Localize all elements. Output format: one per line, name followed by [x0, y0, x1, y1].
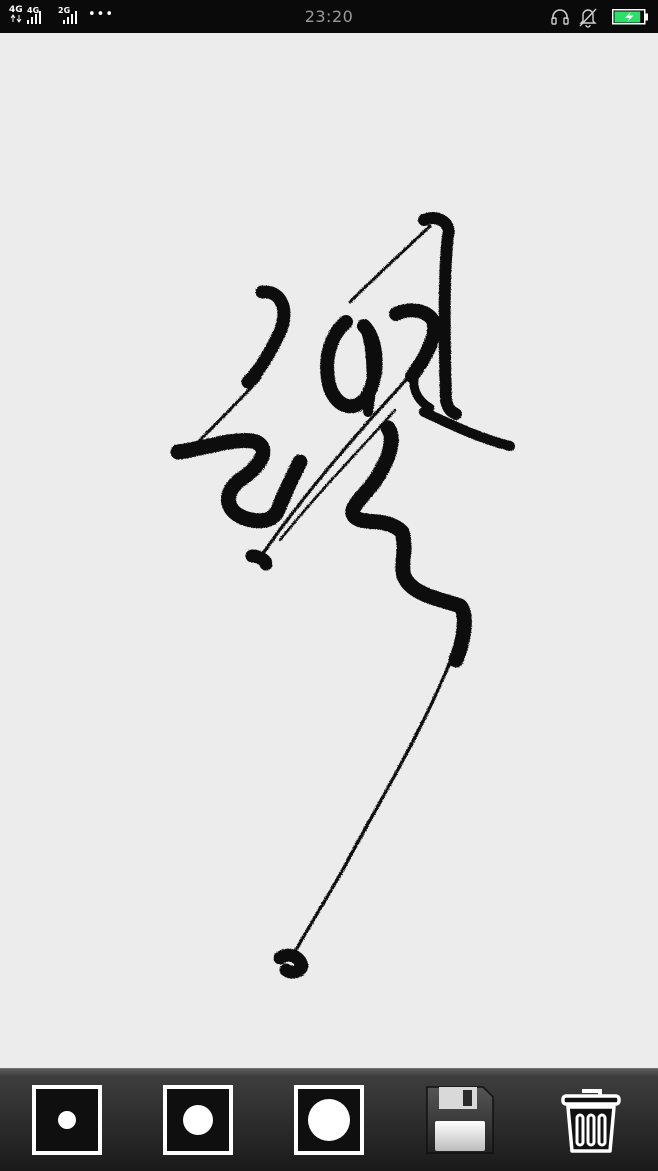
clear-button[interactable]	[556, 1085, 626, 1155]
large-dot-icon	[308, 1099, 350, 1141]
handwritten-stroke	[170, 212, 515, 979]
bottom-toolbar	[0, 1068, 658, 1171]
floppy-disk-icon	[426, 1086, 494, 1154]
mute-bell-icon	[579, 8, 597, 28]
brush-medium-button[interactable]	[163, 1085, 233, 1155]
trash-icon	[561, 1089, 621, 1153]
drawing-canvas[interactable]	[0, 33, 658, 1068]
status-bar: 4G 4G 2G ••• 23:20	[0, 0, 658, 33]
ink-strokes	[170, 212, 515, 979]
headset-icon	[551, 9, 569, 25]
brush-large-button[interactable]	[294, 1085, 364, 1155]
small-dot-icon	[58, 1111, 76, 1129]
save-button[interactable]	[425, 1085, 495, 1155]
medium-dot-icon	[183, 1105, 213, 1135]
battery-charging-icon	[612, 9, 648, 25]
brush-small-button[interactable]	[32, 1085, 102, 1155]
